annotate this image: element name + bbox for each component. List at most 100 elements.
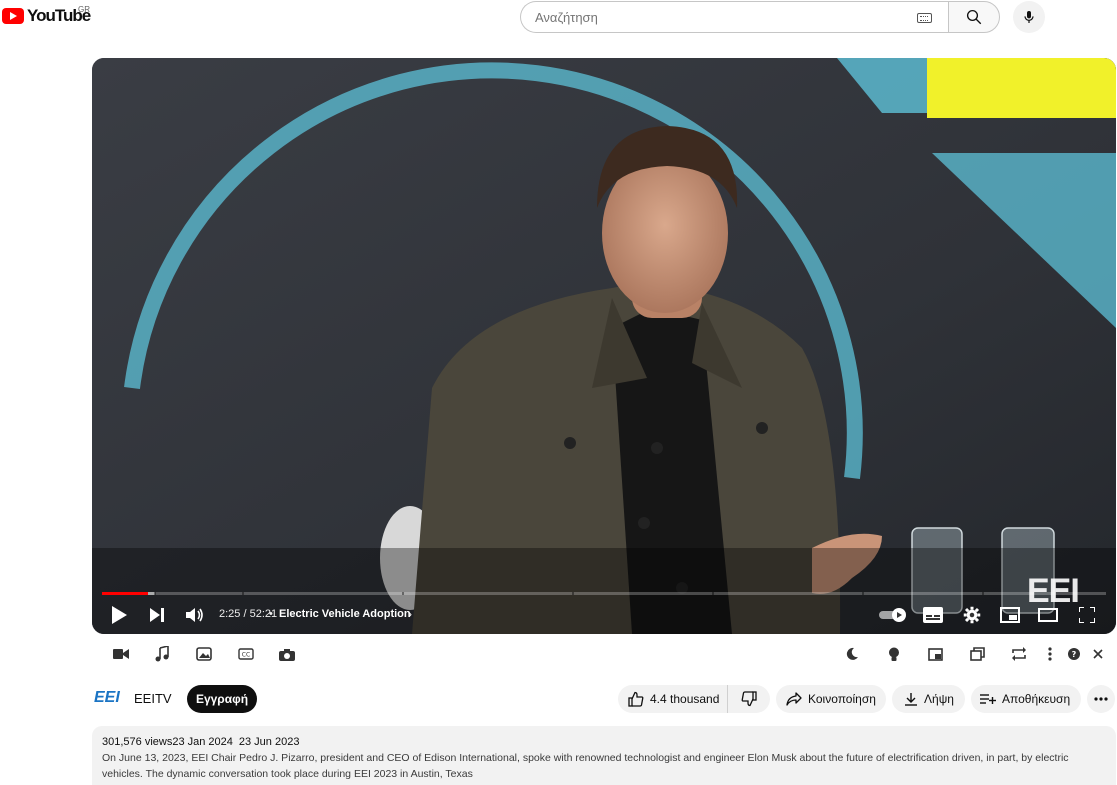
popup-button[interactable] — [965, 642, 989, 666]
fullscreen-icon — [1079, 607, 1095, 623]
microphone-icon — [1024, 11, 1034, 23]
extension-toolbar: CC ? — [0, 642, 1117, 666]
closed-captions-icon: CC — [238, 648, 254, 660]
theater-icon — [1038, 608, 1058, 622]
audio-button[interactable] — [150, 642, 174, 666]
subscribe-button[interactable]: Εγγραφή — [187, 685, 257, 713]
progress-bar[interactable] — [102, 592, 1106, 595]
country-code: GR — [78, 5, 90, 14]
lights-button[interactable] — [882, 642, 906, 666]
autoplay-toggle[interactable] — [878, 606, 908, 624]
next-button[interactable] — [146, 604, 168, 626]
channel-avatar[interactable]: EEI — [94, 689, 120, 707]
share-icon — [786, 692, 802, 706]
stack-icon — [969, 647, 985, 661]
theater-mode-button[interactable] — [1036, 604, 1060, 626]
save-button[interactable]: Αποθήκευση — [971, 685, 1081, 713]
more-vertical-icon — [1048, 647, 1052, 661]
chapter-separator: • — [269, 608, 273, 620]
voice-search-button[interactable] — [1013, 1, 1045, 33]
video-player[interactable]: EEI 2:25 / 52:21 • Electric Vehicle Adop… — [92, 58, 1116, 634]
loop-icon — [1012, 647, 1026, 661]
screenshot-button[interactable] — [275, 642, 299, 666]
playlist-add-icon — [980, 694, 996, 704]
more-options-button[interactable] — [1038, 642, 1062, 666]
chapter-marker — [982, 592, 984, 595]
search-icon — [966, 9, 982, 25]
autoplay-toggle-icon — [879, 608, 906, 622]
chapter-marker — [242, 592, 244, 595]
help-button[interactable]: ? — [1062, 642, 1086, 666]
record-button[interactable] — [109, 642, 133, 666]
miniplayer-button[interactable] — [998, 604, 1022, 626]
image-icon — [196, 647, 212, 661]
played-bar — [102, 592, 149, 595]
view-count: 301,576 views — [102, 736, 173, 748]
subtitles-icon — [923, 607, 943, 623]
description-text: On June 13, 2023, EEI Chair Pedro J. Piz… — [102, 752, 1069, 780]
date-relative: 23 Jan 2024 — [172, 736, 233, 748]
dark-mode-button[interactable] — [840, 642, 864, 666]
moon-icon — [846, 647, 858, 660]
download-button[interactable]: Λήψη — [892, 685, 965, 713]
search-button[interactable] — [948, 1, 1000, 33]
volume-button[interactable] — [184, 604, 206, 626]
music-note-icon — [155, 646, 169, 662]
lightbulb-icon — [889, 647, 899, 661]
download-icon — [905, 693, 917, 706]
like-button[interactable]: 4.4 thousand — [618, 685, 728, 713]
settings-button[interactable] — [960, 603, 984, 627]
description-meta: 301,576 views 23 Jan 2024 23 Jun 2023 — [102, 736, 1106, 748]
owner-row: EEI EEITV Εγγραφή 4.4 thousand Κοινοποίη… — [0, 684, 1117, 714]
search-box — [520, 1, 948, 33]
camera-icon — [279, 648, 295, 661]
captions-button[interactable]: CC — [234, 642, 258, 666]
miniplayer-icon — [1000, 607, 1020, 623]
stage-yellow-shape — [927, 58, 1116, 118]
svg-text:CC: CC — [242, 652, 250, 659]
close-toolbar-button[interactable] — [1086, 642, 1110, 666]
download-label: Λήψη — [924, 692, 954, 706]
video-frame — [92, 58, 1116, 634]
video-camera-icon — [113, 649, 129, 659]
thumbs-up-icon — [628, 691, 644, 707]
search-input[interactable] — [535, 9, 905, 25]
chapter-title[interactable]: Electric Vehicle Adoption — [279, 608, 411, 620]
dislike-button[interactable] — [728, 685, 770, 713]
share-button[interactable]: Κοινοποίηση — [776, 685, 886, 713]
upload-date: 23 Jun 2023 — [238, 736, 300, 748]
youtube-play-logo-icon — [2, 8, 24, 24]
save-label: Αποθήκευση — [1002, 692, 1071, 706]
play-button[interactable] — [108, 604, 130, 626]
next-icon — [150, 608, 164, 622]
keyboard-icon[interactable] — [917, 13, 932, 23]
fullscreen-button[interactable] — [1076, 604, 1098, 626]
subtitles-button[interactable] — [921, 604, 945, 626]
share-label: Κοινοποίηση — [808, 692, 876, 706]
like-count: 4.4 thousand — [650, 692, 720, 706]
chapter-marker — [712, 592, 714, 595]
chapter-marker — [862, 592, 864, 595]
settings-icon — [963, 606, 981, 624]
chapter-marker — [154, 592, 156, 595]
thumbs-down-icon — [741, 691, 757, 707]
more-actions-button[interactable] — [1087, 685, 1115, 713]
youtube-logo[interactable]: YouTube GR — [2, 5, 91, 26]
picture-in-picture-icon — [927, 647, 943, 661]
play-icon — [112, 606, 127, 624]
volume-icon — [186, 608, 203, 622]
help-icon: ? — [1068, 648, 1080, 660]
description-box[interactable]: 301,576 views 23 Jan 2024 23 Jun 2023 On… — [92, 726, 1116, 785]
pip-button[interactable] — [923, 642, 947, 666]
loop-button[interactable] — [1007, 642, 1031, 666]
chapter-marker — [402, 592, 404, 595]
masthead: YouTube GR — [0, 0, 1117, 34]
chapter-marker — [572, 592, 574, 595]
thumbnail-button[interactable] — [192, 642, 216, 666]
svg-text:?: ? — [1072, 650, 1077, 659]
search-bar — [520, 1, 1000, 33]
channel-name[interactable]: EEITV — [134, 691, 172, 706]
more-horizontal-icon — [1094, 697, 1108, 701]
like-dislike-group: 4.4 thousand — [618, 685, 770, 713]
chevron-right-icon[interactable]: › — [408, 607, 412, 621]
